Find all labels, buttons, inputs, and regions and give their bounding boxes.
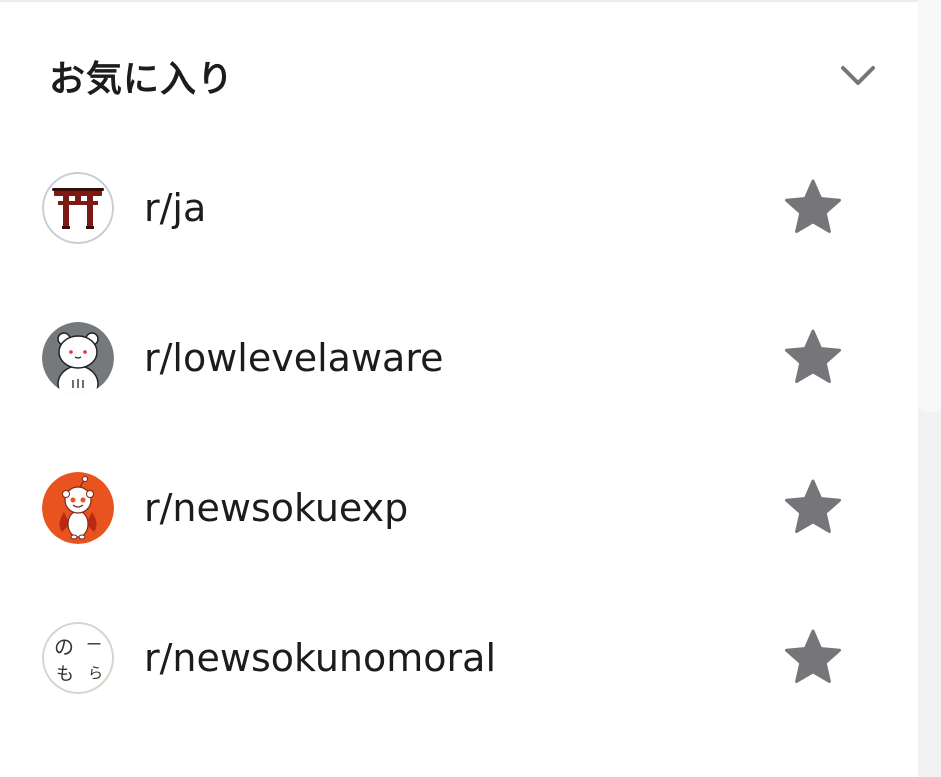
bear-icon (42, 322, 114, 394)
list-item[interactable]: r/newsokuexp (0, 435, 918, 585)
avatar-char: も (56, 664, 74, 685)
star-icon[interactable] (782, 328, 844, 388)
scrollbar-track[interactable] (918, 0, 941, 777)
list-item[interactable]: の ー も ら r/newsokunomoral (0, 585, 918, 735)
snoo-icon (42, 472, 114, 544)
chevron-down-icon[interactable] (838, 62, 878, 90)
avatar-char: ら (88, 664, 103, 682)
hiragana-avatar-icon: の ー も ら (42, 622, 114, 694)
subreddit-avatar-lowlevelaware (42, 322, 114, 394)
torii-gate-icon (42, 172, 114, 244)
top-divider (0, 0, 918, 2)
subreddit-name[interactable]: r/ja (144, 185, 206, 231)
section-title: お気に入り (49, 59, 235, 100)
subreddit-name[interactable]: r/newsokuexp (144, 485, 408, 531)
list-item[interactable]: r/ja (0, 135, 918, 285)
star-icon[interactable] (782, 628, 844, 688)
star-icon[interactable] (782, 178, 844, 238)
list-item[interactable]: r/lowlevelaware (0, 285, 918, 435)
avatar-char: ー (86, 635, 102, 654)
subreddit-name[interactable]: r/lowlevelaware (144, 335, 444, 381)
subreddit-avatar-ja (42, 172, 114, 244)
subreddit-name[interactable]: r/newsokunomoral (144, 635, 496, 681)
favorites-panel: お気に入り r/ja r/lowlevelaware r/newsokuexp … (0, 0, 941, 777)
scrollbar-thumb[interactable] (918, 0, 941, 412)
favorites-list: r/ja r/lowlevelaware r/newsokuexp の ー も … (0, 135, 918, 735)
subreddit-avatar-newsokunomoral: の ー も ら (42, 622, 114, 694)
star-icon[interactable] (782, 478, 844, 538)
favorites-section-header[interactable]: お気に入り (0, 38, 918, 114)
avatar-char: の (54, 635, 74, 659)
subreddit-avatar-newsokuexp (42, 472, 114, 544)
